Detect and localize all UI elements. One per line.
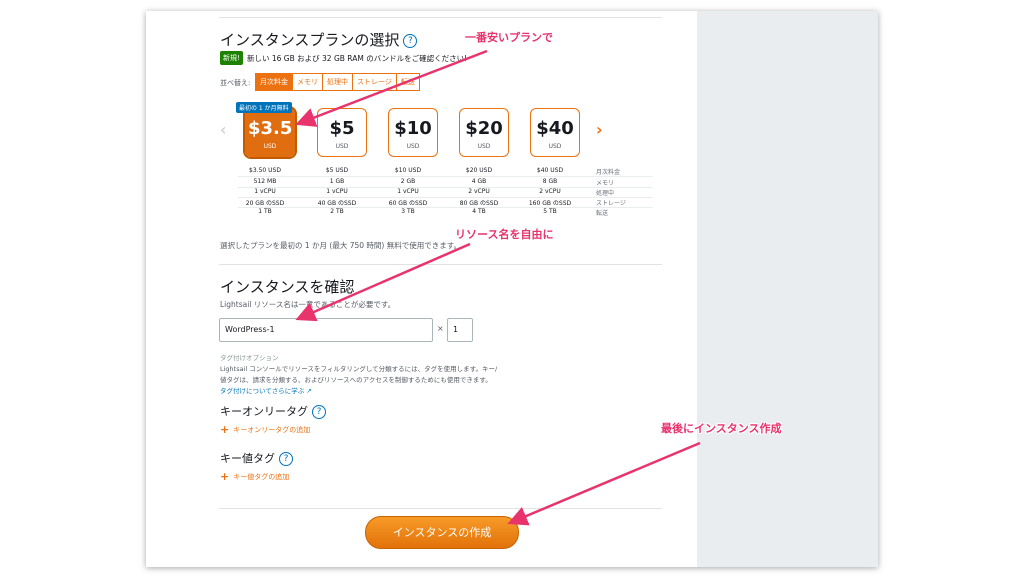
spec-cell: 1 vCPU [326, 188, 348, 195]
chevron-right-icon[interactable]: › [596, 120, 603, 139]
divider [219, 264, 662, 265]
spec-cell: 60 GB のSSD [388, 200, 428, 207]
plan-card-3-5[interactable]: $3.5 USD [243, 106, 297, 159]
spec-name: メモリ [596, 180, 615, 187]
help-icon[interactable]: ? [279, 452, 293, 466]
plan-price: $10 [394, 118, 432, 139]
spec-cell: 2 TB [330, 208, 344, 215]
spec-cell: 512 MB [253, 178, 277, 185]
sort-tab-memory[interactable]: メモリ [292, 73, 323, 91]
annotation-resource-name: リソース名を自由に [455, 228, 554, 241]
spec-cell: 80 GB のSSD [459, 200, 499, 207]
spec-cell: 1 vCPU [397, 188, 419, 195]
divider [219, 17, 662, 18]
plan-currency: USD [335, 143, 349, 150]
resource-name-input[interactable]: WordPress-1 [219, 318, 433, 342]
sort-tab-monthly[interactable]: 月次料金 [255, 73, 293, 91]
sort-tabs: 月次料金 メモリ 処理中 ストレージ 転送 [255, 73, 420, 91]
sort-tab-processing[interactable]: 処理中 [322, 73, 353, 91]
spec-cell: 1 vCPU [254, 188, 276, 195]
plan-currency: USD [263, 143, 277, 150]
times-sign: × [437, 324, 444, 333]
spec-cell: $40 USD [536, 167, 564, 174]
annotation-create-last: 最後にインスタンス作成 [661, 422, 782, 435]
tagging-desc-line1: Lightsail コンソールでリソースをフィルタリングして分類するには、タグを… [220, 365, 498, 373]
external-link-icon: ↗ [306, 387, 312, 395]
plus-icon: + [220, 470, 230, 483]
instance-count-input[interactable]: 1 [447, 318, 473, 342]
divider [219, 508, 662, 509]
confirm-section-title: インスタンスを確認 [220, 278, 355, 296]
sort-label: 並べ替え: [220, 79, 251, 87]
plan-currency: USD [477, 143, 491, 150]
spec-cell: 8 GB [542, 178, 558, 185]
key-only-tag-title: キーオンリータグ? [220, 403, 326, 419]
spec-cell: 5 TB [543, 208, 557, 215]
sort-tab-transfer[interactable]: 転送 [395, 73, 420, 91]
spec-cell: 4 TB [472, 208, 486, 215]
plan-card-5[interactable]: $5 USD [317, 108, 367, 157]
spec-cell: 40 GB のSSD [317, 200, 357, 207]
create-instance-button[interactable]: インスタンスの作成 [365, 516, 519, 549]
add-key-only-tag-text: キーオンリータグの追加 [233, 426, 311, 434]
spec-name: ストレージ [596, 200, 626, 207]
plan-card-40[interactable]: $40 USD [530, 108, 580, 157]
add-key-value-tag-text: キー値タグの追加 [233, 473, 290, 481]
add-key-only-tag-link[interactable]: + キーオンリータグの追加 [220, 423, 310, 436]
spec-cell: 3 TB [401, 208, 415, 215]
spec-row-monthly: $3.50 USD $5 USD $10 USD $20 USD $40 USD… [238, 166, 653, 177]
spec-cell: 2 vCPU [539, 188, 561, 195]
add-key-value-tag-link[interactable]: + キー値タグの追加 [220, 470, 289, 483]
help-icon[interactable]: ? [312, 405, 326, 419]
new-badge: 新規! [220, 51, 243, 65]
tagging-description: Lightsail コンソールでリソースをフィルタリングして分類するには、タグを… [220, 364, 530, 397]
free-month-badge: 最初の 1 か月無料 [236, 102, 292, 113]
tagging-options-heading: タグ付けオプション [220, 354, 279, 362]
resource-name-note: Lightsail リソース名は一意であることが必要です。 [220, 300, 396, 309]
plan-card-20[interactable]: $20 USD [459, 108, 509, 157]
key-value-tag-title-text: キー値タグ [220, 452, 275, 465]
plan-section-title: インスタンスプランの選択? [220, 29, 418, 50]
spec-name: 転送 [596, 210, 609, 217]
key-only-tag-title-text: キーオンリータグ [220, 405, 308, 418]
plan-free-note: 選択したプランを最初の 1 か月 (最大 750 時間) 無料で使用できます。 [220, 241, 461, 250]
spec-cell: 20 GB のSSD [245, 200, 285, 207]
annotation-cheapest-plan: 一番安いプランで [465, 31, 553, 44]
spec-cell: 1 TB [258, 208, 272, 215]
spec-name: 月次料金 [596, 169, 621, 176]
tagging-desc-line2: 値タグは、請求を分類する、およびリソースへのアクセスを制御するためにも使用できま… [220, 376, 492, 384]
plan-card-10[interactable]: $10 USD [388, 108, 438, 157]
spec-cell: $20 USD [465, 167, 493, 174]
learn-more-link[interactable]: タグ付けについてさらに学ぶ ↗ [220, 387, 312, 395]
plan-section-title-text: インスタンスプランの選択 [220, 31, 400, 49]
chevron-left-icon[interactable]: ‹ [220, 120, 226, 139]
plan-price: $20 [465, 118, 503, 139]
spec-row-transfer: 1 TB 2 TB 3 TB 4 TB 5 TB 転送 [238, 207, 653, 217]
plus-icon: + [220, 423, 230, 436]
key-value-tag-title: キー値タグ? [220, 450, 293, 466]
plan-currency: USD [548, 143, 562, 150]
spec-cell: $10 USD [394, 167, 422, 174]
spec-cell: 1 GB [329, 178, 345, 185]
learn-more-text: タグ付けについてさらに学ぶ [220, 387, 305, 395]
plan-price: $40 [536, 118, 574, 139]
spec-name: 処理中 [596, 190, 615, 197]
spec-cell: 4 GB [471, 178, 487, 185]
plan-price: $5 [329, 118, 355, 139]
help-icon[interactable]: ? [403, 33, 418, 48]
plan-price: $3.5 [248, 118, 293, 139]
new-bundle-text: 新しい 16 GB および 32 GB RAM のバンドルをご確認ください! [247, 54, 468, 63]
plan-currency: USD [406, 143, 420, 150]
spec-cell: 2 GB [400, 178, 416, 185]
side-panel [697, 11, 878, 567]
spec-cell: 160 GB のSSD [528, 200, 572, 207]
sort-tab-storage[interactable]: ストレージ [352, 73, 397, 91]
spec-cell: $3.50 USD [249, 167, 281, 174]
spec-cell: $5 USD [325, 167, 349, 174]
spec-cell: 2 vCPU [468, 188, 490, 195]
